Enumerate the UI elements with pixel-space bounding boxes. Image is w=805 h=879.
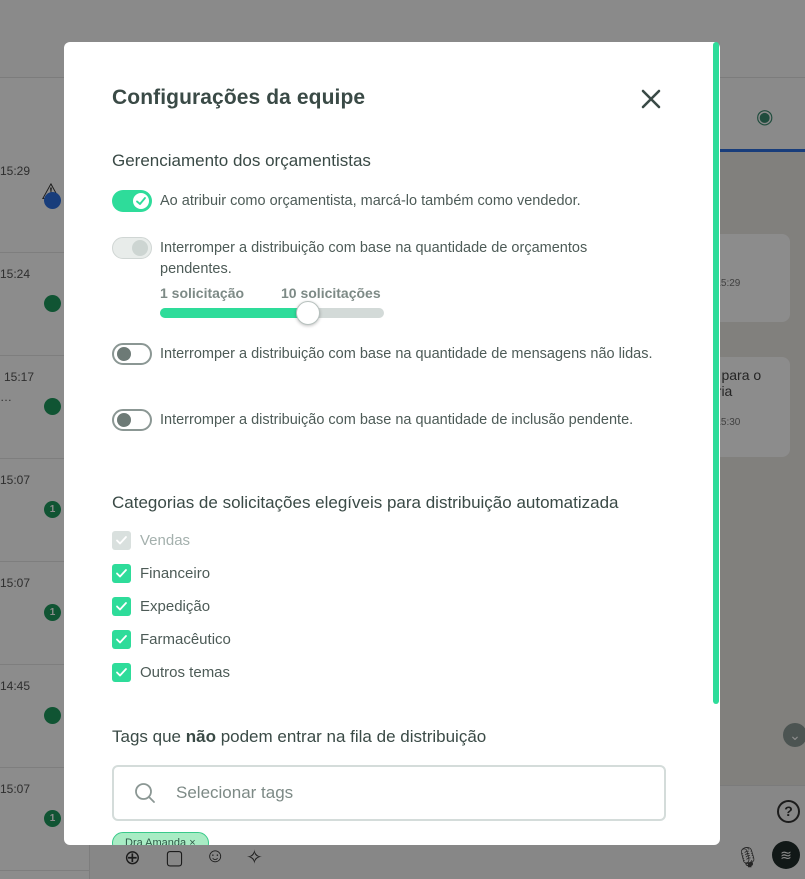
toggle-assign-seller[interactable]	[112, 190, 152, 212]
slider-max-label: 10 solicitações	[281, 285, 381, 301]
checkbox-label: Farmacêutico	[140, 631, 231, 648]
close-icon[interactable]	[637, 85, 665, 113]
section-title-part: podem entrar na fila de distribuição	[215, 727, 487, 746]
slider-min-label: 1 solicitação	[160, 285, 245, 301]
tag-chip[interactable]: Dra Amanda ×	[112, 832, 209, 845]
toggle-pending-budgets[interactable]	[112, 237, 152, 259]
toggle-unread-messages[interactable]	[112, 343, 152, 365]
toggle-label: Ao atribuir como orçamentista, marcá-lo …	[160, 193, 581, 209]
toggle-knob	[133, 193, 149, 209]
toggle-knob	[132, 240, 148, 256]
checkbox[interactable]	[112, 564, 131, 583]
modal-title: Configurações da equipe	[112, 86, 366, 109]
checkbox-label: Vendas	[140, 532, 191, 549]
section-title-emphasis: não	[185, 727, 216, 746]
toggle-knob	[117, 413, 131, 427]
slider-fill	[160, 308, 308, 318]
checkbox-label: Outros temas	[140, 664, 231, 681]
checkbox[interactable]	[112, 597, 131, 616]
toggle-knob	[117, 347, 131, 361]
checkbox-label: Financeiro	[140, 565, 211, 582]
search-icon	[135, 783, 155, 803]
slider-thumb[interactable]	[296, 301, 320, 325]
tags-search-placeholder: Selecionar tags	[176, 783, 294, 802]
team-settings-modal: Configurações da equipe Gerenciamento do…	[64, 42, 720, 845]
tags-search-input[interactable]: Selecionar tags	[112, 765, 666, 821]
section-title-categories: Categorias de solicitações elegíveis par…	[112, 493, 619, 512]
section-title-tags: Tags que não podem entrar na fila de dis…	[112, 727, 486, 747]
section-title-budgeters: Gerenciamento dos orçamentistas	[112, 151, 371, 170]
modal-scrollbar[interactable]	[713, 42, 719, 704]
checkbox[interactable]	[112, 630, 131, 649]
toggle-label: Interromper a distribuição com base na q…	[160, 240, 588, 277]
toggle-label: Interromper a distribuição com base na q…	[160, 346, 653, 362]
requests-slider[interactable]	[160, 301, 384, 325]
checkbox[interactable]	[112, 663, 131, 682]
section-title-part: Tags que	[112, 727, 186, 746]
toggle-label: Interromper a distribuição com base na q…	[160, 412, 634, 428]
toggle-pending-inclusion[interactable]	[112, 409, 152, 431]
checkbox-label: Expedição	[140, 598, 211, 615]
checkbox[interactable]	[112, 531, 131, 550]
